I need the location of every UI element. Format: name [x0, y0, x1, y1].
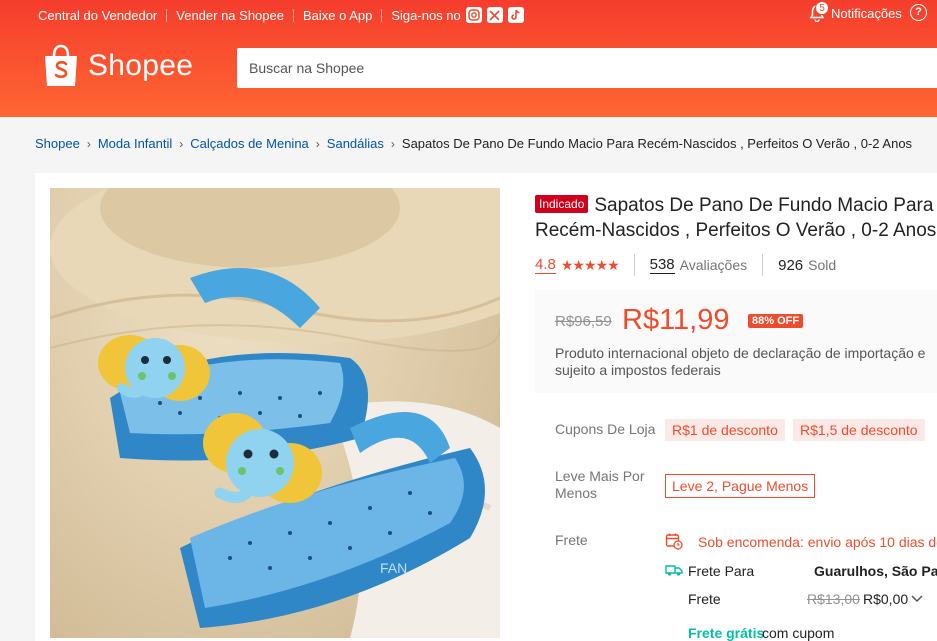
current-price: R$11,99	[622, 304, 730, 336]
ship-to-location[interactable]: Guarulhos, São Paulo	[814, 563, 937, 580]
search-input[interactable]	[237, 48, 937, 88]
divider	[292, 8, 294, 22]
shipping-label: Frete	[555, 532, 588, 548]
follow-label: Siga-nos no	[391, 7, 461, 23]
rating-value[interactable]: 4.8	[535, 256, 556, 274]
import-tax-note: Produto internacional objeto de declaraç…	[555, 345, 926, 378]
breadcrumb-sandalias[interactable]: Sandálias	[327, 136, 384, 151]
image-watermark: FAN	[380, 560, 408, 576]
help-icon[interactable]: ?	[910, 4, 927, 21]
sell-link[interactable]: Vender na Shopee	[176, 8, 284, 23]
chevron-right-icon: ›	[86, 136, 91, 151]
chevron-right-icon: ›	[179, 136, 184, 151]
original-price: R$96,59	[555, 313, 612, 330]
topbar: Central do Vendedor Vender na Shopee Bai…	[38, 6, 524, 24]
baby-sandals-illustration	[50, 188, 500, 638]
on-demand-shipping-note: Sob encomenda: envio após 10 dias de	[698, 534, 937, 550]
sold-count: 926	[778, 256, 804, 274]
notifications-label: Notificações	[831, 5, 902, 21]
search-bar[interactable]	[237, 48, 937, 88]
rating-stars-icon: ★★★★★	[560, 256, 620, 273]
shopee-logo[interactable]: Shopee	[42, 44, 193, 88]
notification-count-badge: 5	[815, 1, 829, 15]
download-app-link[interactable]: Baixe o App	[303, 8, 372, 23]
breadcrumb: Shopee › Moda Infantil › Calçados de Men…	[35, 136, 937, 151]
logo-wordmark: Shopee	[88, 49, 194, 82]
chevron-right-icon: ›	[315, 136, 320, 151]
divider	[633, 254, 635, 276]
product-title: Sapatos De Pano De Fundo Macio Para Recé…	[535, 195, 937, 241]
site-header: Central do Vendedor Vender na Shopee Bai…	[0, 0, 937, 117]
chevron-down-icon[interactable]	[911, 594, 923, 604]
divider	[166, 8, 168, 22]
ship-to-label: Frete Para	[688, 563, 755, 579]
reviews-count[interactable]: 538	[649, 256, 675, 274]
shipping-fee-new: R$0,00	[863, 591, 909, 607]
reviews-label: Avaliações	[679, 257, 748, 273]
coupons-label: Cupons De Loja	[555, 421, 656, 437]
notifications-button[interactable]: 5 Notificações	[808, 1, 902, 22]
shopee-bag-icon	[45, 44, 77, 86]
instagram-icon[interactable]	[465, 7, 482, 23]
breadcrumb-calcados-menina[interactable]: Calçados de Menina	[190, 136, 309, 151]
coupon-chip[interactable]: R$1,5 de desconto	[793, 419, 925, 441]
divider	[762, 254, 764, 276]
free-shipping-suffix: com cupom	[762, 625, 835, 641]
tiktok-icon[interactable]	[507, 7, 524, 23]
x-twitter-icon[interactable]	[486, 7, 503, 23]
breadcrumb-shopee[interactable]: Shopee	[35, 136, 80, 151]
breadcrumb-moda-infantil[interactable]: Moda Infantil	[98, 136, 172, 151]
calendar-clock-icon	[665, 533, 683, 550]
free-shipping-label: Frete grátis	[688, 625, 765, 641]
shipping-fee-label: Frete	[688, 591, 721, 607]
discount-badge: 88% OFF	[748, 314, 804, 328]
breadcrumb-current: Sapatos De Pano De Fundo Macio Para Recé…	[401, 136, 913, 151]
recommended-tag: Indicado	[535, 195, 589, 213]
coupon-chip[interactable]: R$1 de desconto	[665, 419, 785, 441]
sold-label: Sold	[808, 257, 837, 273]
bundle-deal-label: Leve Mais Por Menos	[555, 468, 645, 501]
rating-row: 4.8 ★★★★★ 538 Avaliações 926 Sold	[535, 254, 836, 276]
divider	[381, 8, 383, 22]
product-title-block: Indicado Sapatos De Pano De Fundo Macio P…	[535, 193, 937, 243]
shipping-fee-old: R$13,00	[807, 591, 860, 607]
product-image[interactable]	[50, 188, 500, 638]
seller-center-link[interactable]: Central do Vendedor	[38, 8, 157, 23]
bell-icon: 5	[808, 1, 829, 22]
chevron-right-icon: ›	[390, 136, 395, 151]
bundle-deal-chip[interactable]: Leve 2, Pague Menos	[665, 474, 816, 498]
delivery-truck-icon	[665, 565, 683, 576]
